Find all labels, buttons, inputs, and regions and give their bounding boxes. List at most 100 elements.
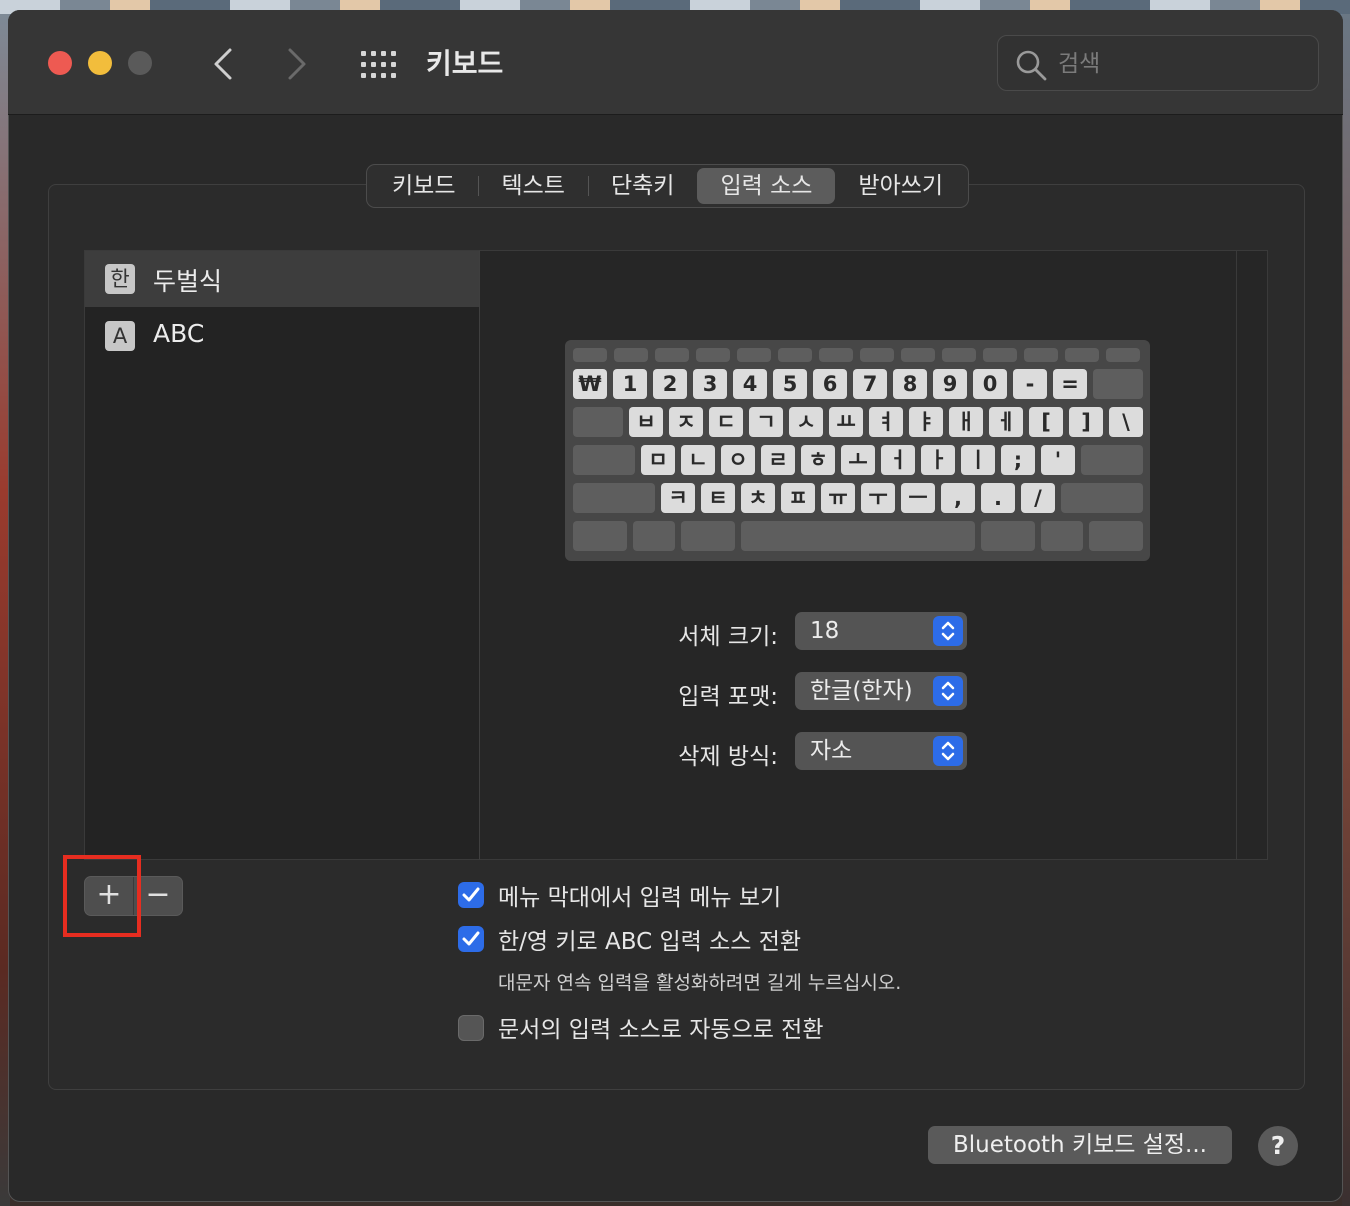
- show-input-menu-label[interactable]: 메뉴 막대에서 입력 메뉴 보기: [498, 878, 781, 912]
- window-title: 키보드: [426, 47, 504, 80]
- space-key: [741, 521, 975, 551]
- keyboard-key: [: [1029, 407, 1063, 437]
- function-key: [655, 348, 689, 362]
- delete-mode-value: 자소: [810, 738, 853, 764]
- keyboard-key: ㄷ: [709, 407, 743, 437]
- hangul-key-switch-label[interactable]: 한/영 키로 ABC 입력 소스 전환: [498, 922, 801, 956]
- input-format-label: 입력 포맷:: [678, 684, 778, 710]
- font-size-popup[interactable]: 18: [795, 612, 967, 650]
- remove-input-source-button[interactable]: −: [134, 877, 182, 915]
- tab-text[interactable]: 텍스트: [478, 168, 587, 204]
- delete-key: [1093, 369, 1143, 399]
- keyboard-key: 5: [773, 369, 807, 399]
- keyboard-key: ㄹ: [761, 445, 795, 475]
- titlebar: 키보드: [8, 10, 1343, 115]
- grid-icon: [361, 51, 396, 78]
- annotation-highlight-box: [63, 855, 141, 937]
- zoom-button[interactable]: [128, 51, 152, 75]
- keyboard-key: ㅂ: [629, 407, 663, 437]
- back-button[interactable]: [206, 44, 242, 84]
- delete-mode-row: 삭제 방식:: [608, 731, 778, 771]
- caps-lock-hint: 대문자 연속 입력을 활성화하려면 길게 누르십시오.: [498, 972, 902, 994]
- keyboard-key: ㅓ: [881, 445, 915, 475]
- option-right-key: [1041, 521, 1083, 551]
- keyboard-key: ㅋ: [661, 483, 695, 513]
- keyboard-key: ㅠ: [821, 483, 855, 513]
- hangul-key-switch-checkbox[interactable]: [458, 926, 484, 952]
- caps-lock-key: [573, 445, 635, 475]
- input-format-row: 입력 포맷:: [608, 671, 778, 711]
- keyboard-key: ㅇ: [721, 445, 755, 475]
- chevron-right-icon: [288, 48, 306, 80]
- input-format-popup[interactable]: 한글(한자): [795, 672, 967, 710]
- function-key: [942, 348, 976, 362]
- keyboard-key: 8: [893, 369, 927, 399]
- forward-button[interactable]: [278, 44, 314, 84]
- list-item-2set-korean[interactable]: 한 두벌식: [85, 251, 479, 307]
- keyboard-key: ㅌ: [701, 483, 735, 513]
- left-shift-key: [573, 483, 655, 513]
- keyboard-key: .: [981, 483, 1015, 513]
- keyboard-key: ;: [1001, 445, 1035, 475]
- auto-switch-checkbox[interactable]: [458, 1015, 484, 1041]
- list-item-abc[interactable]: A ABC: [85, 308, 479, 364]
- input-source-list: 한 두벌식 A ABC: [84, 250, 479, 860]
- keyboard-key: ㅊ: [741, 483, 775, 513]
- preferences-window: 키보드 키보드 텍스트 단축키 입력 소스 받아쓰기 한 두벌식 A ABC ₩…: [8, 10, 1343, 1202]
- delete-mode-popup[interactable]: 자소: [795, 732, 967, 770]
- keyboard-key: 1: [613, 369, 647, 399]
- keyboard-key: 0: [973, 369, 1007, 399]
- keyboard-key: 4: [733, 369, 767, 399]
- keyboard-key: ㅐ: [949, 407, 983, 437]
- updown-chevron-icon: [933, 676, 963, 706]
- keyboard-key: ,: [941, 483, 975, 513]
- keyboard-key: ㅈ: [669, 407, 703, 437]
- tab-shortcuts[interactable]: 단축키: [587, 168, 697, 204]
- checkmark-icon: [462, 887, 480, 902]
- auto-switch-label[interactable]: 문서의 입력 소스로 자동으로 전환: [498, 1010, 823, 1044]
- keyboard-key: ㅕ: [869, 407, 903, 437]
- font-size-value: 18: [810, 618, 840, 644]
- search-field[interactable]: [997, 35, 1319, 91]
- function-key: [1065, 348, 1099, 362]
- keyboard-key: -: [1013, 369, 1047, 399]
- keyboard-key: 7: [853, 369, 887, 399]
- help-button[interactable]: ?: [1258, 1126, 1298, 1166]
- keyboard-layout-preview: ₩1 2 3 4 5 6 7 8 9 0- = ㅂㅈㄷㄱㅅㅛㅕㅑㅐㅔ[] \ ㅁㄴㅇㄹㅎㅗㅓㅏㅣ; ' ㅋㅌㅊ…: [565, 340, 1150, 561]
- updown-chevron-icon: [933, 616, 963, 646]
- keyboard-key: ㅜ: [861, 483, 895, 513]
- tab-input-sources[interactable]: 입력 소스: [697, 168, 836, 204]
- divider: [1236, 251, 1237, 859]
- right-shift-key: [1061, 483, 1143, 513]
- option-key: [681, 521, 735, 551]
- function-key: [819, 348, 853, 362]
- keyboard-key: ₩: [573, 369, 607, 399]
- keyboard-key: ㅏ: [921, 445, 955, 475]
- abc-badge-icon: A: [105, 321, 135, 351]
- return-key: [1081, 445, 1143, 475]
- checkmark-icon: [462, 931, 480, 946]
- show-input-menu-checkbox[interactable]: [458, 882, 484, 908]
- function-key: [573, 348, 607, 362]
- keyboard-key: \: [1109, 407, 1143, 437]
- tab-dictation[interactable]: 받아쓰기: [835, 168, 966, 204]
- keyboard-key: ㅁ: [641, 445, 675, 475]
- bluetooth-keyboard-setup-button[interactable]: Bluetooth 키보드 설정...: [928, 1126, 1232, 1164]
- keyboard-key: ㅅ: [789, 407, 823, 437]
- search-input[interactable]: [1056, 46, 1310, 82]
- close-button[interactable]: [48, 51, 72, 75]
- keyboard-key: 3: [693, 369, 727, 399]
- minimize-button[interactable]: [88, 51, 112, 75]
- desktop-background-right: [1342, 14, 1350, 1206]
- show-all-button[interactable]: [360, 50, 398, 80]
- keyboard-key: ]: [1069, 407, 1103, 437]
- keyboard-key: ㄱ: [749, 407, 783, 437]
- delete-mode-label: 삭제 방식:: [678, 744, 778, 770]
- function-key: [778, 348, 812, 362]
- keyboard-key: 6: [813, 369, 847, 399]
- tab-keyboard[interactable]: 키보드: [369, 168, 478, 204]
- keyboard-key: ㅛ: [829, 407, 863, 437]
- keyboard-key: ': [1041, 445, 1075, 475]
- keyboard-key: ㅍ: [781, 483, 815, 513]
- function-key: [1024, 348, 1058, 362]
